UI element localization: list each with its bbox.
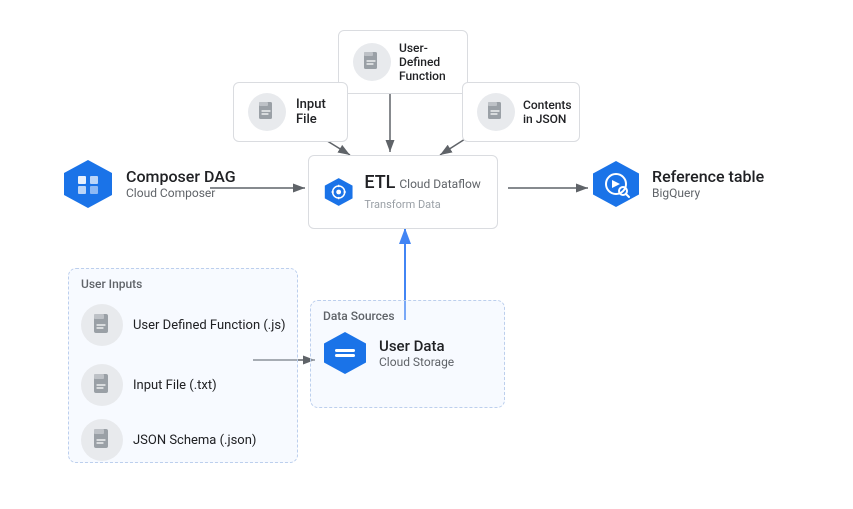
- composer-dag-label: Composer DAG Cloud Composer: [126, 167, 236, 202]
- user-inputs-label: User Inputs: [81, 277, 142, 291]
- list-item: Input File (.txt): [81, 364, 217, 406]
- user-data-node: User Data Cloud Storage: [321, 329, 454, 377]
- composer-dag-node: Composer DAG Cloud Composer: [60, 156, 236, 212]
- input-file-node: Input File: [233, 82, 348, 142]
- udf-icon: [353, 43, 391, 81]
- composer-hex-icon: [60, 156, 116, 212]
- user-inputs-group: User Inputs User Defined Function (.js): [68, 268, 298, 463]
- contents-json-node: Contents in JSON: [462, 82, 580, 142]
- contents-json-icon: [477, 93, 515, 131]
- reference-table-node: Reference table BigQuery: [590, 158, 764, 210]
- etl-label: ETL Cloud Dataflow Transform Data: [364, 172, 483, 212]
- user-defined-function-node: User-Defined Function: [338, 30, 468, 94]
- input-txt-icon: [81, 364, 123, 406]
- data-sources-group: Data Sources User Data Cloud Storage: [310, 300, 505, 408]
- json-schema-icon: [81, 419, 123, 461]
- input-file-label: Input File: [296, 97, 333, 127]
- contents-json-label: Contents in JSON: [523, 98, 572, 126]
- input-txt-label: Input File (.txt): [133, 378, 217, 393]
- list-item: User Defined Function (.js): [81, 304, 286, 346]
- udf-js-icon: [81, 304, 123, 346]
- list-item: JSON Schema (.json): [81, 419, 256, 461]
- json-schema-label: JSON Schema (.json): [133, 433, 256, 448]
- etl-node: ETL Cloud Dataflow Transform Data: [308, 155, 498, 229]
- cloud-storage-hex-icon: [321, 329, 369, 377]
- input-file-icon: [248, 93, 286, 131]
- etl-hex-icon: [323, 166, 354, 218]
- data-sources-label: Data Sources: [323, 309, 395, 323]
- udf-label: User-Defined Function: [399, 41, 453, 83]
- reference-hex-icon: [590, 158, 642, 210]
- user-data-label: User Data Cloud Storage: [379, 337, 454, 369]
- udf-js-label: User Defined Function (.js): [133, 318, 286, 333]
- diagram-container: User-Defined Function Input File: [0, 0, 853, 509]
- reference-table-label: Reference table BigQuery: [652, 167, 764, 202]
